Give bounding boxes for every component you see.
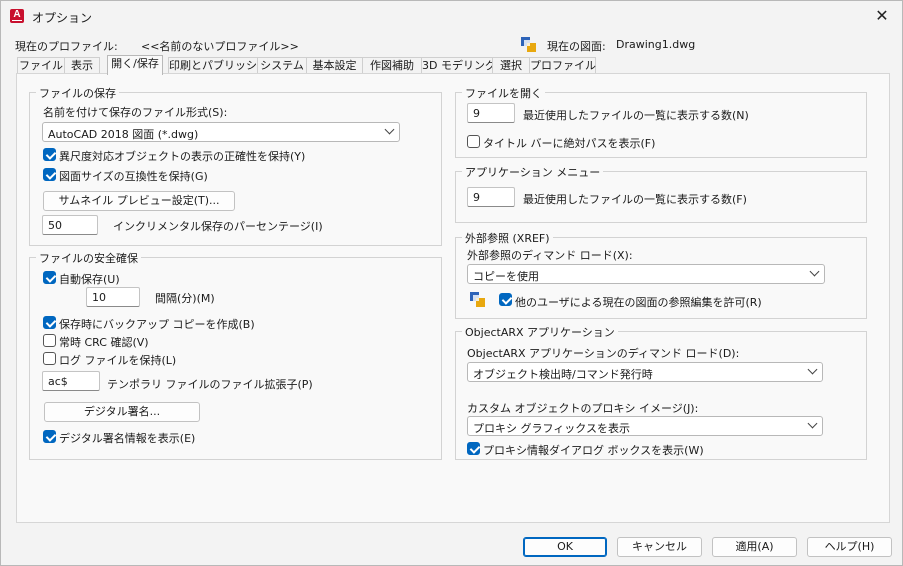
- allow-xref-edit-checkbox[interactable]: [499, 293, 512, 306]
- objectarx-demand-load-dropdown[interactable]: オブジェクト検出時/コマンド発行時: [467, 362, 823, 382]
- proxy-image-label: カスタム オブジェクトのプロキシ イメージ(J):: [467, 402, 699, 415]
- chevron-down-icon: [384, 124, 395, 135]
- options-dialog: A オプション ✕ 現在のプロファイル: <<名前のないプロファイル>> 現在の…: [0, 0, 903, 566]
- autocad-logo-icon: A: [10, 9, 24, 23]
- temp-extension-input[interactable]: ac$: [42, 371, 100, 391]
- tab-display[interactable]: 表示: [64, 57, 100, 74]
- drawing-size-compat-checkbox[interactable]: [43, 168, 56, 181]
- current-profile-label: 現在のプロファイル:: [15, 40, 118, 53]
- crc-check-checkbox[interactable]: [43, 334, 56, 347]
- chevron-down-icon: [807, 364, 818, 375]
- incremental-save-input[interactable]: 50: [42, 215, 98, 235]
- tab-system[interactable]: システム: [257, 57, 307, 74]
- tab-files[interactable]: ファイル: [17, 57, 65, 74]
- objectarx-demand-load-label: ObjectARX アプリケーションのディマンド ロード(D):: [467, 347, 740, 360]
- apply-button[interactable]: 適用(A): [712, 537, 797, 557]
- title-bar: A オプション ✕: [1, 1, 902, 31]
- autosave-checkbox[interactable]: [43, 271, 56, 284]
- proxy-dialog-label: プロキシ情報ダイアログ ボックスを表示(W): [483, 444, 704, 457]
- file-open-recent-input[interactable]: 9: [467, 103, 515, 123]
- window-title: オプション: [32, 11, 93, 25]
- xref-demand-load-dropdown[interactable]: コピーを使用: [467, 264, 825, 284]
- file-open-recent-label: 最近使用したファイルの一覧に表示する数(N): [523, 109, 749, 122]
- objectarx-title: ObjectARX アプリケーション: [462, 324, 618, 340]
- digital-signatures-button[interactable]: デジタル署名...: [44, 402, 200, 422]
- app-menu-recent-input[interactable]: 9: [467, 187, 515, 207]
- save-format-label: 名前を付けて保存のファイル形式(S):: [43, 106, 228, 119]
- autosave-interval-label: 間隔(分)(M): [155, 292, 215, 305]
- thumbnail-settings-button[interactable]: サムネイル プレビュー設定(T)...: [43, 191, 235, 211]
- file-open-recent-value: 9: [473, 107, 480, 120]
- incremental-save-value: 50: [48, 219, 62, 232]
- log-file-label: ログ ファイルを保持(L): [59, 354, 177, 367]
- annotative-fidelity-checkbox[interactable]: [43, 148, 56, 161]
- xref-title: 外部参照 (XREF): [462, 230, 553, 246]
- current-drawing-value: Drawing1.dwg: [616, 38, 696, 51]
- incremental-save-label: インクリメンタル保存のパーセンテージ(I): [113, 220, 323, 233]
- ok-button[interactable]: OK: [523, 537, 607, 557]
- close-icon[interactable]: ✕: [870, 5, 894, 27]
- tab-selection[interactable]: 選択: [492, 57, 530, 74]
- drawing-size-compat-label: 図面サイズの互換性を保持(G): [59, 170, 208, 183]
- proxy-image-value: プロキシ グラフィックスを表示: [473, 422, 630, 435]
- help-button[interactable]: ヘルプ(H): [807, 537, 892, 557]
- annotative-fidelity-label: 異尺度対応オブジェクトの表示の正確性を保持(Y): [59, 150, 306, 163]
- xref-demand-load-value: コピーを使用: [473, 270, 539, 283]
- tab-profiles[interactable]: プロファイル: [529, 57, 596, 74]
- current-drawing-label: 現在の図面:: [547, 40, 606, 53]
- xref-edit-icon: [470, 292, 485, 307]
- backup-copy-label: 保存時にバックアップ コピーを作成(B): [59, 318, 255, 331]
- proxy-dialog-checkbox[interactable]: [467, 442, 480, 455]
- objectarx-demand-load-value: オブジェクト検出時/コマンド発行時: [473, 368, 653, 381]
- drawing-icon: [521, 37, 536, 52]
- autosave-interval-input[interactable]: 10: [86, 287, 140, 307]
- save-format-dropdown[interactable]: AutoCAD 2018 図面 (*.dwg): [42, 122, 400, 142]
- autosave-interval-value: 10: [92, 291, 106, 304]
- tab-open-save[interactable]: 開く/保存: [107, 55, 163, 75]
- temp-extension-label: テンポラリ ファイルのファイル拡張子(P): [107, 378, 313, 391]
- file-save-title: ファイルの保存: [36, 85, 119, 101]
- file-safety-title: ファイルの安全確保: [36, 250, 141, 266]
- tab-3d-modeling[interactable]: 3D モデリング: [421, 57, 496, 74]
- save-format-value: AutoCAD 2018 図面 (*.dwg): [48, 128, 199, 141]
- cancel-button[interactable]: キャンセル: [617, 537, 702, 557]
- tab-user-preferences[interactable]: 基本設定: [306, 57, 363, 74]
- log-file-checkbox[interactable]: [43, 352, 56, 365]
- autosave-label: 自動保存(U): [59, 273, 120, 286]
- crc-check-label: 常時 CRC 確認(V): [59, 336, 149, 349]
- chevron-down-icon: [809, 266, 820, 277]
- tab-drafting[interactable]: 作図補助: [362, 57, 422, 74]
- app-menu-recent-value: 9: [473, 191, 480, 204]
- full-path-title-checkbox[interactable]: [467, 135, 480, 148]
- digital-signature-info-label: デジタル署名情報を表示(E): [59, 432, 196, 445]
- tab-plot-publish[interactable]: 印刷とパブリッシュ: [168, 57, 268, 74]
- chevron-down-icon: [807, 418, 818, 429]
- app-menu-recent-label: 最近使用したファイルの一覧に表示する数(F): [523, 193, 747, 206]
- backup-copy-checkbox[interactable]: [43, 316, 56, 329]
- temp-extension-value: ac$: [48, 375, 68, 388]
- current-profile-value: <<名前のないプロファイル>>: [141, 40, 299, 53]
- application-menu-title: アプリケーション メニュー: [462, 164, 604, 180]
- file-open-title: ファイルを開く: [462, 85, 545, 101]
- full-path-title-label: タイトル バーに絶対パスを表示(F): [483, 137, 656, 150]
- proxy-image-dropdown[interactable]: プロキシ グラフィックスを表示: [467, 416, 823, 436]
- allow-xref-edit-label: 他のユーザによる現在の図面の参照編集を許可(R): [515, 296, 762, 309]
- xref-demand-load-label: 外部参照のディマンド ロード(X):: [467, 249, 633, 262]
- digital-signature-info-checkbox[interactable]: [43, 430, 56, 443]
